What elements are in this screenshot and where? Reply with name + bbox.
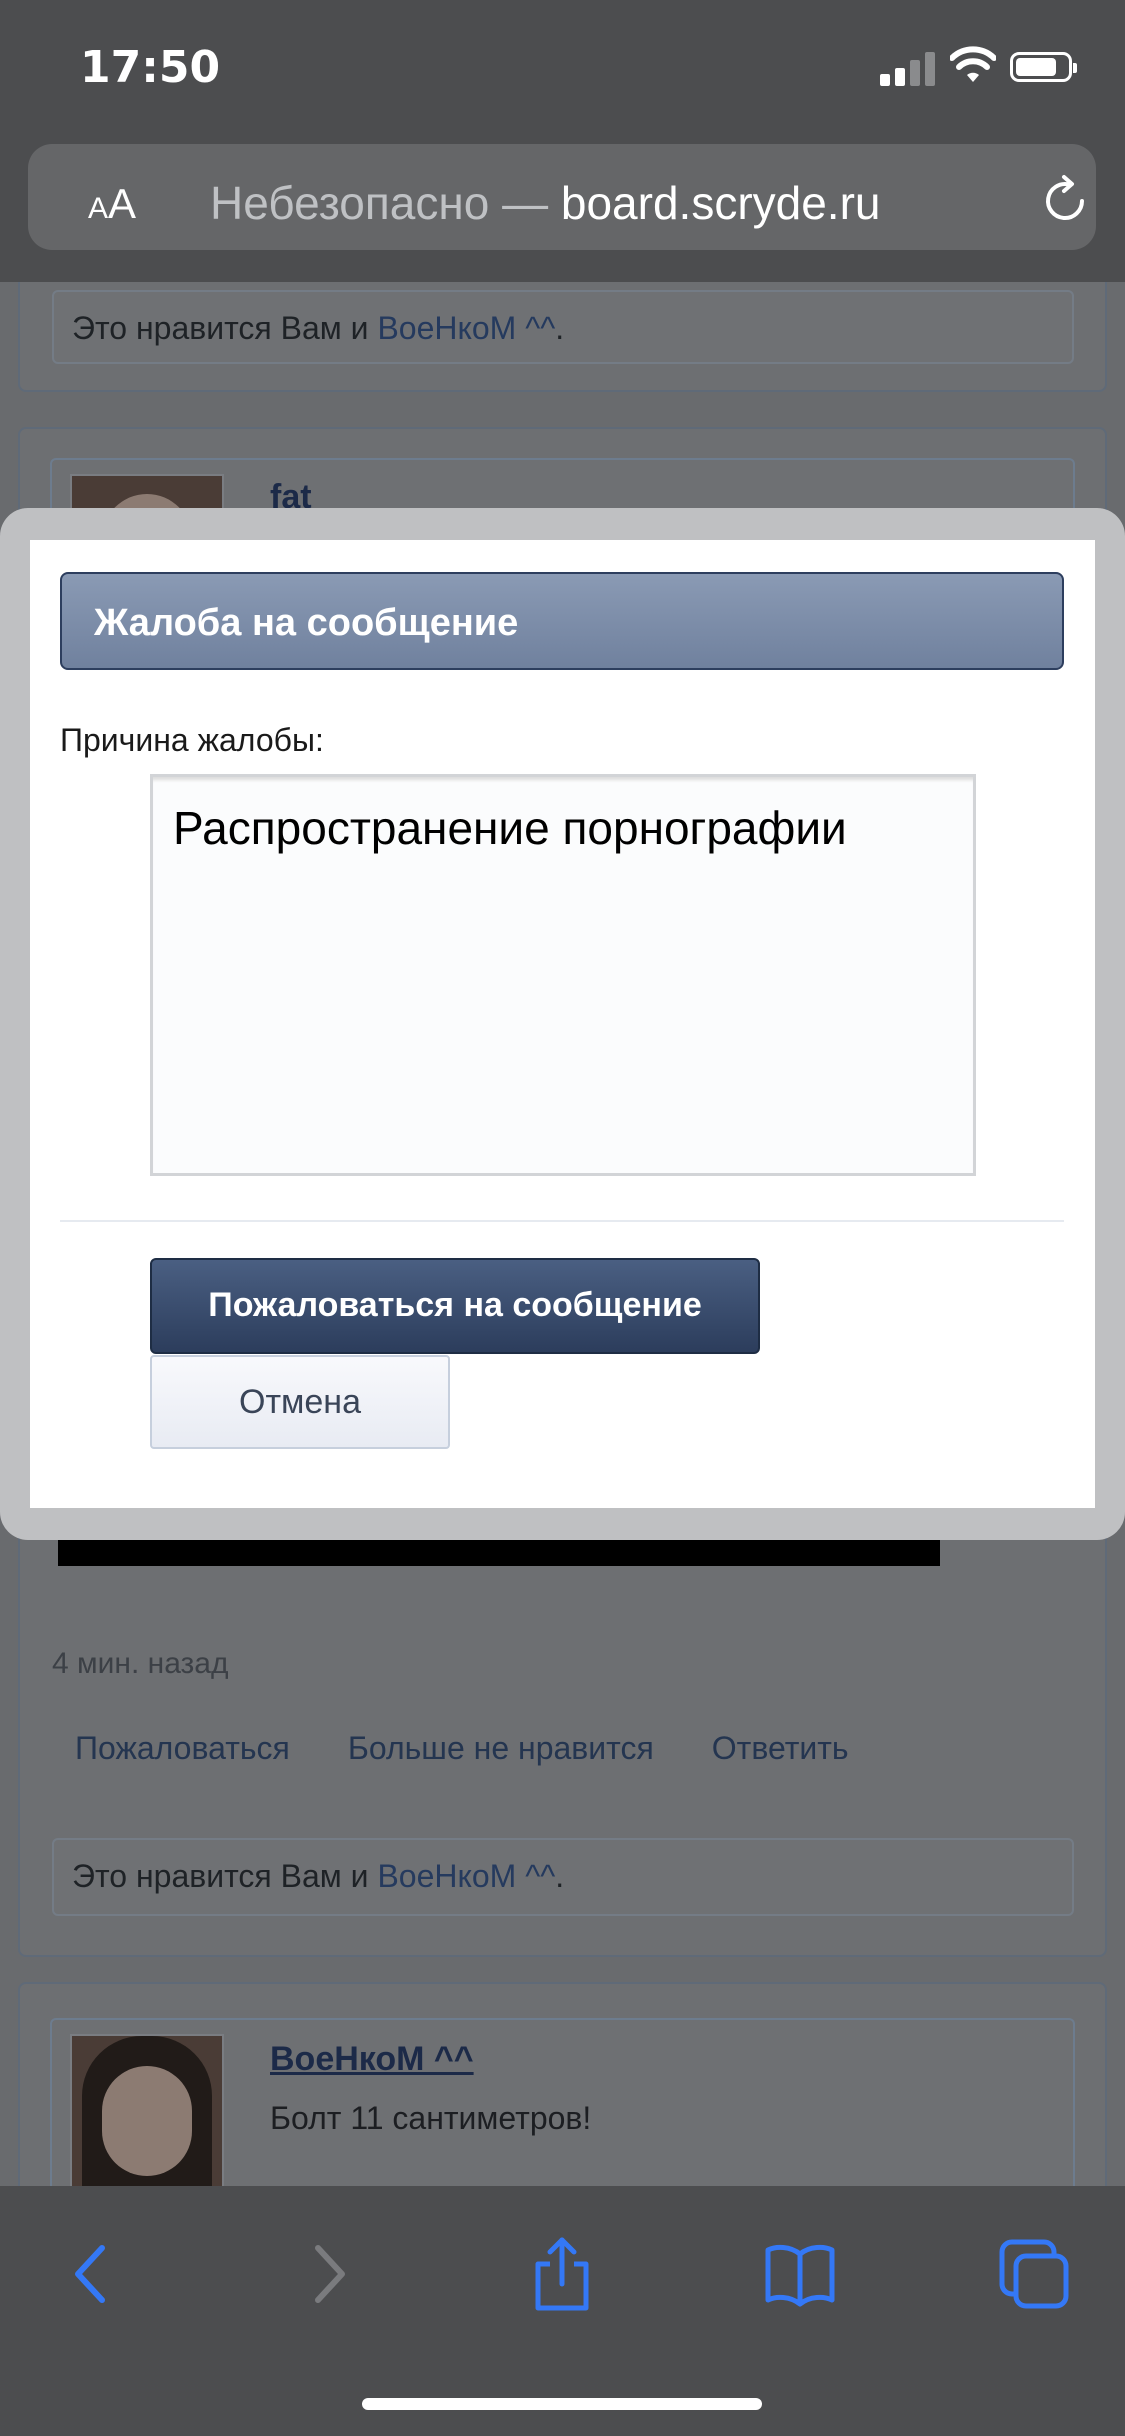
likes-box: Это нравится Вам и ВоеНкоМ ^^. [52, 290, 1074, 364]
likes-box: Это нравится Вам и ВоеНкоМ ^^. [52, 1838, 1074, 1916]
battery-icon [1010, 52, 1077, 82]
unlike-link[interactable]: Больше не нравится [348, 1730, 654, 1766]
reason-label: Причина жалобы: [60, 722, 324, 758]
tabs-icon[interactable] [996, 2236, 1072, 2312]
url-insecure-label: Небезопасно — [210, 177, 549, 229]
liker-link[interactable]: ВоеНкоМ ^^ [377, 310, 555, 346]
cancel-button[interactable]: Отмена [150, 1355, 450, 1449]
status-time: 17:50 [80, 42, 221, 93]
address-bar[interactable]: AA Небезопасно — board.scryde.ru [28, 144, 1096, 250]
divider [60, 1220, 1064, 1222]
browser-address-area: AA Небезопасно — board.scryde.ru [0, 140, 1125, 282]
post-timestamp: 4 мин. назад [52, 1647, 229, 1680]
url-text[interactable]: Небезопасно — board.scryde.ru [210, 176, 881, 230]
status-bar: 17:50 [0, 0, 1125, 140]
cellular-signal-icon [880, 52, 940, 86]
reason-textarea[interactable]: Распространение порнографии [150, 774, 976, 1176]
dialog-header: Жалоба на сообщение [60, 572, 1064, 670]
reload-icon[interactable] [1038, 174, 1092, 228]
wifi-icon [950, 46, 996, 82]
submit-report-button[interactable]: Пожаловаться на сообщение [150, 1258, 760, 1354]
post-author[interactable]: ВоеНкоМ ^^ [270, 2040, 474, 2079]
bookmarks-icon[interactable] [762, 2236, 838, 2312]
liker-link[interactable]: ВоеНкоМ ^^ [377, 1858, 555, 1894]
back-icon[interactable] [54, 2236, 130, 2312]
share-icon[interactable] [524, 2236, 600, 2312]
report-dialog: Жалоба на сообщение Причина жалобы: Расп… [30, 540, 1095, 1508]
post-actions: Пожаловаться Больше не нравится Ответить [75, 1730, 907, 1767]
url-domain: board.scryde.ru [560, 177, 881, 229]
report-link[interactable]: Пожаловаться [75, 1730, 290, 1766]
dialog-title: Жалоба на сообщение [94, 602, 519, 644]
text-size-button[interactable]: AA [88, 180, 136, 228]
reply-link[interactable]: Ответить [712, 1730, 849, 1766]
post-text: Болт 11 сантиметров! [270, 2100, 592, 2136]
forward-icon[interactable] [290, 2236, 366, 2312]
home-indicator [362, 2398, 762, 2410]
reason-value: Распространение порнографии [173, 802, 847, 854]
avatar[interactable] [70, 2034, 224, 2186]
